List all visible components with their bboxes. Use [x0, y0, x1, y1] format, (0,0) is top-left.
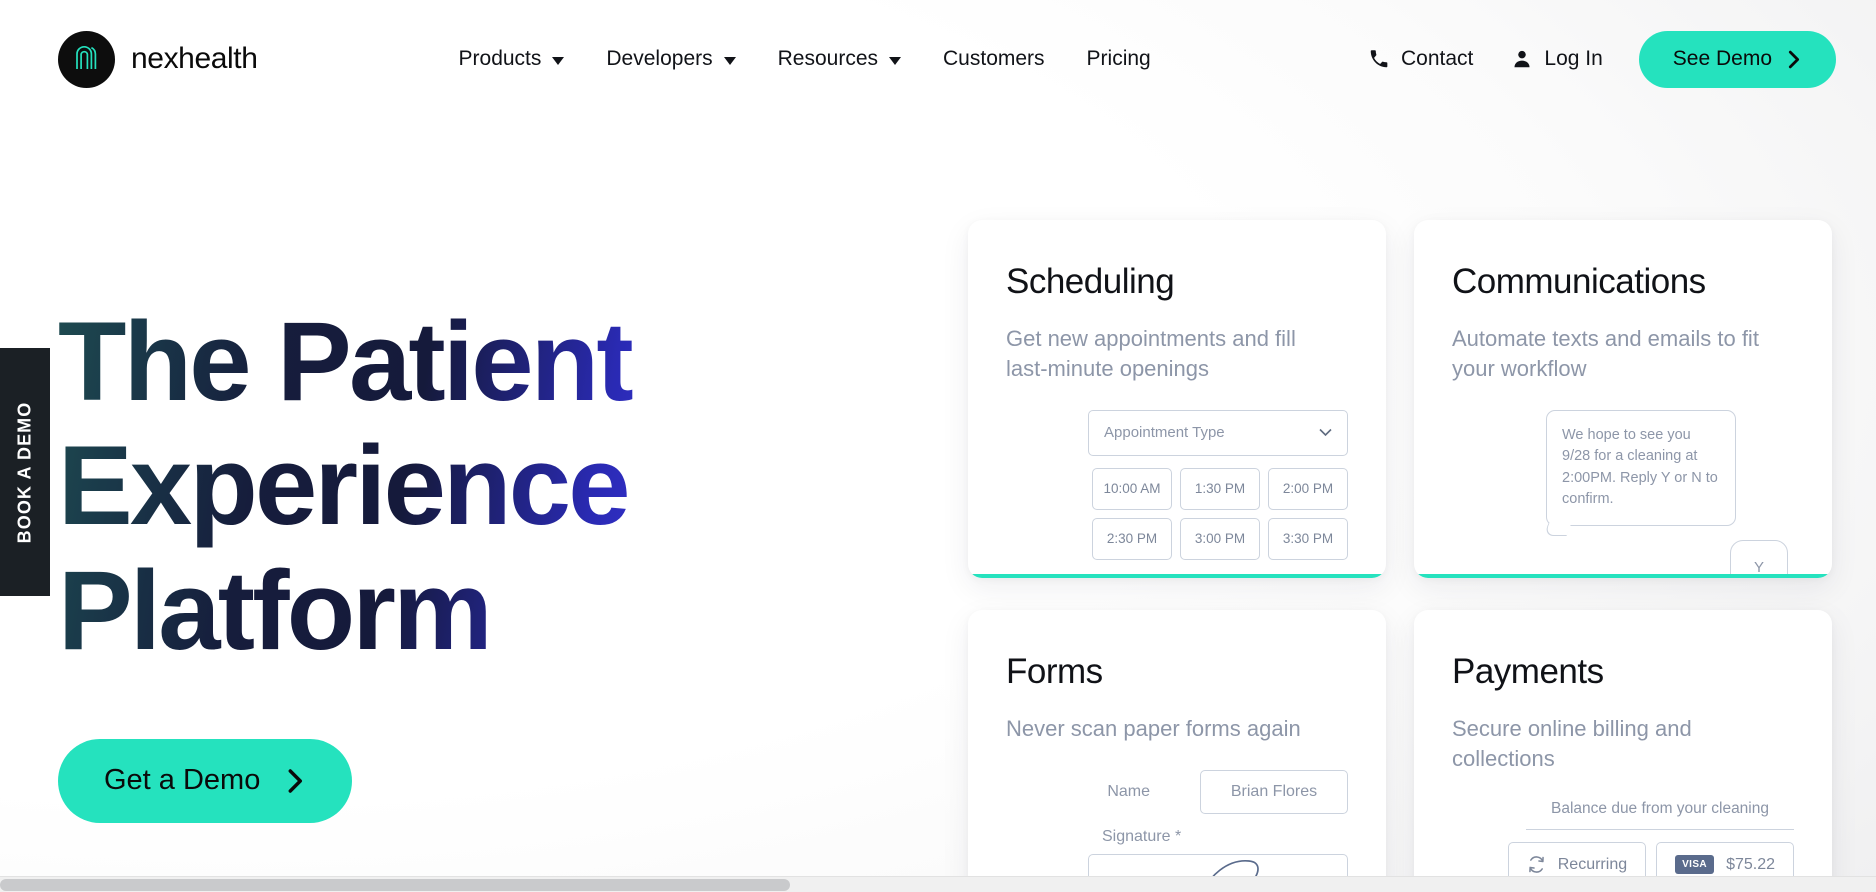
nav-item-customers[interactable]: Customers — [922, 47, 1066, 71]
time-slot[interactable]: 3:30 PM — [1268, 517, 1348, 560]
forms-widget: Name Brian Flores Signature * — [1006, 769, 1348, 892]
login-label: Log In — [1544, 47, 1603, 70]
header-actions: Contact Log In See Demo — [1349, 30, 1836, 88]
appointment-type-select[interactable]: Appointment Type — [1088, 409, 1348, 456]
nav-item-pricing[interactable]: Pricing — [1066, 47, 1172, 71]
scrollbar-thumb[interactable] — [0, 879, 790, 891]
card-subtitle: Get new appointments and fill last-minut… — [1006, 326, 1296, 381]
login-link[interactable]: Log In — [1492, 47, 1621, 71]
time-slot[interactable]: 2:00 PM — [1268, 467, 1348, 510]
site-header: nexhealth Products Developers Resources … — [0, 0, 1876, 118]
nav-item-label: Products — [458, 47, 542, 70]
page-title: The Patient Experience Platform — [58, 299, 858, 673]
card-forms[interactable]: Forms Never scan paper forms again Name … — [968, 610, 1386, 892]
time-slot[interactable]: 2:30 PM — [1092, 517, 1172, 560]
card-payments[interactable]: Payments Secure online billing and colle… — [1414, 610, 1832, 892]
card-subtitle: Secure online billing and collections — [1452, 716, 1692, 771]
hero-section: The Patient Experience Platform Get a De… — [58, 299, 858, 823]
time-slot[interactable]: 3:00 PM — [1180, 517, 1260, 560]
scheduling-widget: Appointment Type 10:00 AM 1:30 PM 2:00 P… — [1006, 409, 1348, 560]
card-title: Payments — [1452, 652, 1604, 691]
recurring-label: Recurring — [1557, 855, 1628, 873]
time-slot[interactable]: 1:30 PM — [1180, 467, 1260, 510]
chevron-down-icon — [889, 57, 902, 65]
horizontal-scrollbar[interactable] — [0, 876, 1876, 892]
chevron-down-icon — [723, 57, 736, 65]
chevron-right-icon — [286, 768, 306, 794]
name-field-label: Name — [1107, 782, 1150, 800]
communications-widget: We hope to see you 9/28 for a cleaning a… — [1452, 409, 1794, 578]
chevron-right-icon — [1787, 50, 1802, 69]
chevron-down-icon — [552, 57, 565, 65]
nav-item-products[interactable]: Products — [438, 47, 586, 71]
get-a-demo-button[interactable]: Get a Demo — [58, 738, 353, 823]
nav-item-label: Resources — [777, 47, 879, 70]
nav-item-label: Developers — [606, 47, 713, 70]
book-a-demo-side-tab[interactable]: BOOK A DEMO — [0, 348, 50, 596]
outgoing-message-bubble: Y — [1730, 539, 1788, 578]
primary-nav: Products Developers Resources Customers … — [438, 47, 1172, 71]
card-subtitle: Automate texts and emails to fit your wo… — [1452, 326, 1759, 381]
nexhealth-monogram-icon — [58, 30, 115, 88]
name-field-row: Name Brian Flores — [1107, 769, 1348, 814]
nav-item-developers[interactable]: Developers — [585, 47, 756, 71]
user-icon — [1511, 48, 1533, 70]
brand-name: nexhealth — [131, 42, 258, 75]
see-demo-label: See Demo — [1672, 47, 1772, 70]
card-title: Forms — [1006, 652, 1103, 691]
signature-field-label: Signature * — [1102, 827, 1182, 845]
page-root: nexhealth Products Developers Resources … — [0, 0, 1876, 892]
appointment-type-value: Appointment Type — [1104, 424, 1225, 442]
see-demo-button[interactable]: See Demo — [1638, 30, 1836, 88]
incoming-message-bubble: We hope to see you 9/28 for a cleaning a… — [1546, 409, 1736, 526]
book-a-demo-label: BOOK A DEMO — [14, 401, 35, 543]
card-subtitle: Never scan paper forms again — [1006, 716, 1301, 741]
card-title: Communications — [1452, 262, 1706, 301]
card-title: Scheduling — [1006, 262, 1175, 301]
brand-logo-link[interactable]: nexhealth — [58, 30, 258, 88]
phone-icon — [1368, 48, 1390, 70]
card-scheduling[interactable]: Scheduling Get new appointments and fill… — [968, 220, 1386, 578]
balance-due-label: Balance due from your cleaning — [1526, 800, 1794, 830]
payment-amount: $75.22 — [1726, 855, 1775, 873]
time-slot-grid: 10:00 AM 1:30 PM 2:00 PM 2:30 PM 3:00 PM… — [1092, 467, 1348, 560]
contact-label: Contact — [1401, 47, 1474, 70]
feature-card-grid: Scheduling Get new appointments and fill… — [968, 220, 1848, 892]
refresh-cycle-icon — [1527, 855, 1546, 874]
contact-link[interactable]: Contact — [1349, 47, 1492, 71]
nav-item-label: Customers — [943, 47, 1045, 70]
nav-item-resources[interactable]: Resources — [757, 47, 922, 71]
get-a-demo-label: Get a Demo — [104, 764, 261, 797]
name-field[interactable]: Brian Flores — [1200, 769, 1348, 814]
time-slot[interactable]: 10:00 AM — [1092, 467, 1172, 510]
nav-item-label: Pricing — [1086, 47, 1151, 70]
card-communications[interactable]: Communications Automate texts and emails… — [1414, 220, 1832, 578]
chevron-down-icon — [1319, 428, 1332, 437]
visa-card-icon: VISA — [1675, 855, 1715, 875]
